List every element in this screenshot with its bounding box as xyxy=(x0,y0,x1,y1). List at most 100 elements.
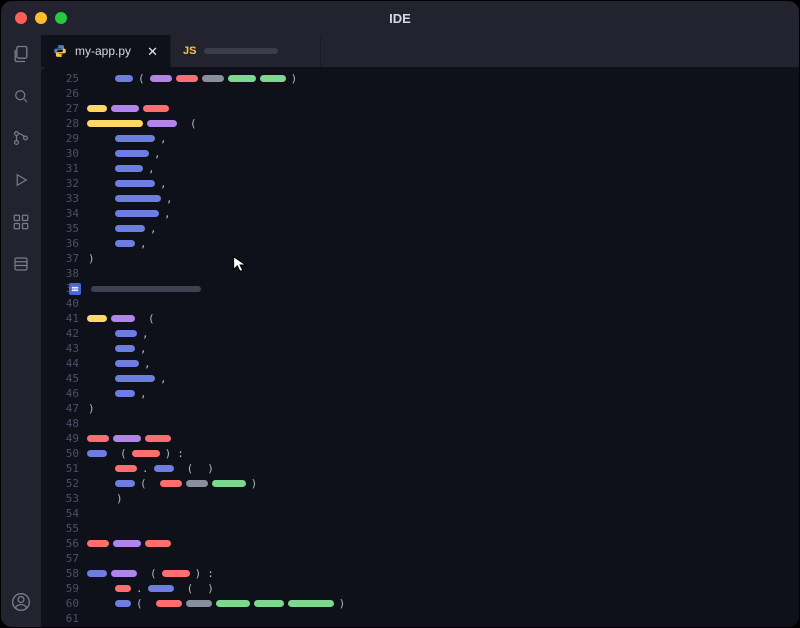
punct-token: ( xyxy=(189,120,198,127)
code-line[interactable] xyxy=(87,101,799,116)
line-number: 53 xyxy=(41,491,79,506)
comment-token xyxy=(91,286,201,292)
code-line[interactable]: (): xyxy=(87,446,799,461)
line-number: 33 xyxy=(41,191,79,206)
code-line[interactable] xyxy=(87,416,799,431)
code-token xyxy=(115,465,137,472)
code-line[interactable]: , xyxy=(87,161,799,176)
code-line[interactable]: ) xyxy=(87,401,799,416)
code-line[interactable]: , xyxy=(87,371,799,386)
code-line[interactable]: , xyxy=(87,341,799,356)
tab-label-placeholder xyxy=(204,48,278,54)
run-debug-icon[interactable] xyxy=(10,169,32,191)
code-line[interactable] xyxy=(87,281,799,296)
source-control-icon[interactable] xyxy=(10,127,32,149)
code-line[interactable]: () xyxy=(87,476,799,491)
punct-token: , xyxy=(139,390,148,397)
line-number: 25 xyxy=(41,71,79,86)
code-area[interactable]: ()(,,,,,,,,)(,,,,,)():.()())():.()() xyxy=(87,67,799,627)
punct-token: , xyxy=(159,375,168,382)
tab-my-app-py[interactable]: my-app.py ✕ xyxy=(41,35,171,67)
activity-bar xyxy=(1,35,41,627)
punct-token: . xyxy=(135,585,144,592)
code-line[interactable] xyxy=(87,521,799,536)
code-editor[interactable]: 2526272829303132333435363738394041424344… xyxy=(41,67,799,627)
line-number: 60 xyxy=(41,596,79,611)
code-line[interactable]: ( xyxy=(87,311,799,326)
code-token xyxy=(145,540,171,547)
code-token xyxy=(115,375,155,382)
code-line[interactable]: , xyxy=(87,236,799,251)
code-token xyxy=(111,315,135,322)
code-line[interactable]: , xyxy=(87,356,799,371)
code-line[interactable] xyxy=(87,266,799,281)
close-tab-icon[interactable]: ✕ xyxy=(147,45,158,58)
line-number: 29 xyxy=(41,131,79,146)
close-window-button[interactable] xyxy=(15,12,27,24)
traffic-lights xyxy=(15,12,67,24)
code-line[interactable]: , xyxy=(87,131,799,146)
code-token xyxy=(150,75,172,82)
code-line[interactable]: , xyxy=(87,191,799,206)
minimize-window-button[interactable] xyxy=(35,12,47,24)
code-token xyxy=(186,600,212,607)
code-line[interactable]: () xyxy=(87,71,799,86)
search-icon[interactable] xyxy=(10,85,32,107)
code-line[interactable] xyxy=(87,551,799,566)
line-number: 40 xyxy=(41,296,79,311)
code-line[interactable]: .() xyxy=(87,581,799,596)
code-token xyxy=(113,540,141,547)
account-icon[interactable] xyxy=(10,591,32,613)
punct-token: ) xyxy=(206,585,215,592)
maximize-window-button[interactable] xyxy=(55,12,67,24)
line-number: 27 xyxy=(41,101,79,116)
code-line[interactable]: , xyxy=(87,146,799,161)
code-line[interactable]: , xyxy=(87,176,799,191)
code-line[interactable] xyxy=(87,431,799,446)
db-icon[interactable] xyxy=(10,253,32,275)
code-line[interactable] xyxy=(87,296,799,311)
punct-token: , xyxy=(139,240,148,247)
line-number: 48 xyxy=(41,416,79,431)
code-line[interactable] xyxy=(87,86,799,101)
code-token xyxy=(202,75,224,82)
code-line[interactable]: .() xyxy=(87,461,799,476)
code-token xyxy=(147,120,177,127)
code-line[interactable]: , xyxy=(87,386,799,401)
code-token xyxy=(115,195,161,202)
code-line[interactable]: ) xyxy=(87,491,799,506)
code-token xyxy=(216,600,250,607)
tab-bar: my-app.py ✕ JS xyxy=(41,35,799,67)
line-number: 49 xyxy=(41,431,79,446)
titlebar[interactable]: IDE xyxy=(1,1,799,35)
punct-token: ) xyxy=(115,495,124,502)
code-token xyxy=(115,240,135,247)
line-change-badge[interactable] xyxy=(69,283,81,295)
code-line[interactable]: ( xyxy=(87,116,799,131)
line-number: 46 xyxy=(41,386,79,401)
code-token xyxy=(87,450,107,457)
code-token xyxy=(115,75,133,82)
code-line[interactable]: () xyxy=(87,596,799,611)
code-line[interactable] xyxy=(87,506,799,521)
code-line[interactable]: ) xyxy=(87,251,799,266)
code-token xyxy=(212,480,246,487)
line-number: 50 xyxy=(41,446,79,461)
code-line[interactable]: (): xyxy=(87,566,799,581)
code-token xyxy=(260,75,286,82)
punct-token: , xyxy=(165,195,174,202)
punct-token: , xyxy=(149,225,158,232)
code-line[interactable] xyxy=(87,536,799,551)
code-line[interactable]: , xyxy=(87,326,799,341)
code-line[interactable]: , xyxy=(87,206,799,221)
code-line[interactable] xyxy=(87,611,799,626)
line-number: 32 xyxy=(41,176,79,191)
files-icon[interactable] xyxy=(10,43,32,65)
extensions-icon[interactable] xyxy=(10,211,32,233)
punct-token: ( xyxy=(186,465,195,472)
tab-js-file[interactable]: JS xyxy=(171,35,321,67)
line-number: 55 xyxy=(41,521,79,536)
line-number: 58 xyxy=(41,566,79,581)
punct-token: ( xyxy=(147,315,156,322)
code-line[interactable]: , xyxy=(87,221,799,236)
